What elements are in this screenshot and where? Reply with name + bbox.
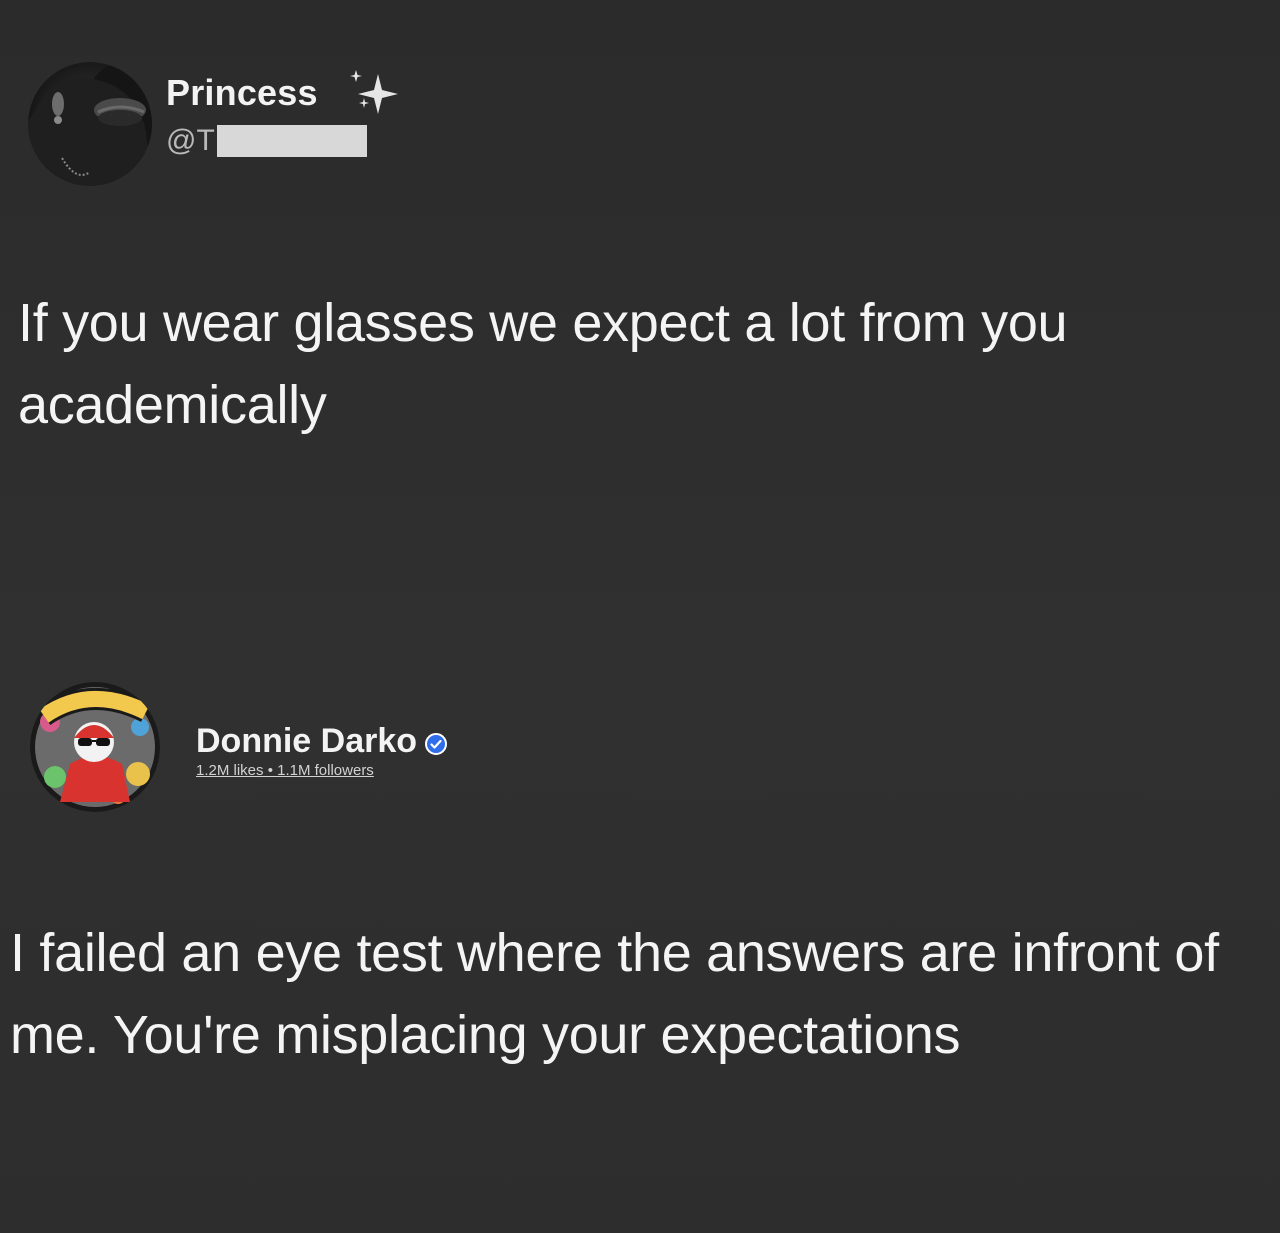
redaction-bar bbox=[216, 125, 367, 157]
princess-avatar[interactable] bbox=[28, 62, 152, 186]
screenshot-canvas: Princess @T If you wear glasses we expec… bbox=[0, 0, 1280, 1233]
donnie-darko-post-text: I failed an eye test where the answers a… bbox=[10, 923, 1219, 1065]
princess-handle[interactable]: @T bbox=[166, 124, 367, 158]
cartoon-logo-avatar-icon bbox=[30, 682, 160, 812]
princess-post-text: If you wear glasses we expect a lot from… bbox=[18, 293, 1068, 435]
donnie-darko-stats-link[interactable]: 1.2M likes • 1.1M followers bbox=[196, 762, 374, 779]
princess-display-name[interactable]: Princess bbox=[166, 72, 318, 114]
handle-text: @T bbox=[166, 124, 215, 157]
sparkle-icon bbox=[350, 70, 398, 114]
portrait-avatar-icon bbox=[28, 62, 152, 186]
donnie-darko-display-name[interactable]: Donnie Darko bbox=[196, 722, 448, 761]
display-name-text: Donnie Darko bbox=[196, 722, 418, 760]
verified-badge-icon bbox=[425, 732, 448, 755]
donnie-darko-avatar[interactable] bbox=[30, 682, 160, 812]
